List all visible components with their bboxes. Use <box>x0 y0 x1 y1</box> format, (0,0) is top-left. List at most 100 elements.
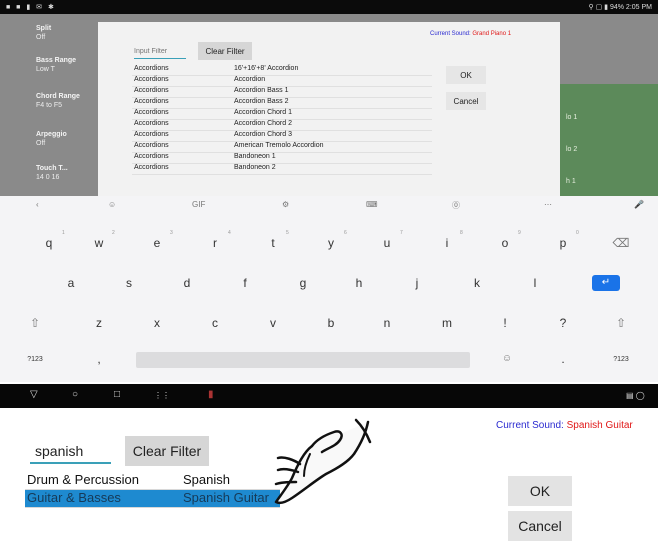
gif-icon[interactable]: GIF <box>192 200 205 209</box>
current-sound-value: Grand Piano 1 <box>472 31 512 37</box>
side-item-touch[interactable]: Touch T... 14 0 16 <box>36 164 96 182</box>
app-shortcut-icon[interactable]: ▮ <box>208 389 214 400</box>
more-icon[interactable]: ⋯ <box>544 200 552 209</box>
side-item-value: 14 0 16 <box>36 174 60 181</box>
key-g[interactable]: g <box>288 276 318 290</box>
green-panel-label: lo 2 <box>566 146 578 153</box>
list-item-category: Accordions <box>134 65 169 72</box>
enter-key[interactable]: ↵ <box>592 275 620 291</box>
shift-key-right[interactable]: ⇧ <box>606 316 636 330</box>
key-d[interactable]: d <box>172 276 202 290</box>
list-item-sound: Bandoneon 2 <box>234 164 276 171</box>
spacebar[interactable] <box>136 352 470 368</box>
side-item-chord-range[interactable]: Chord Range F4 to F5 <box>36 92 96 110</box>
key-question[interactable]: ? <box>548 316 578 330</box>
emoji-key[interactable]: ☺ <box>492 353 522 364</box>
list-item-selected[interactable]: Guitar & Basses Spanish Guitar <box>25 490 280 508</box>
list-item-sound: Accordion <box>234 76 266 83</box>
list-item-sound: Accordion Chord 2 <box>234 120 292 127</box>
key-i[interactable]: i <box>432 236 462 250</box>
side-item-label: Touch T... <box>36 165 68 172</box>
key-exclamation[interactable]: ! <box>490 316 520 330</box>
app-grid-icon[interactable]: ⋮⋮ <box>154 391 170 400</box>
keyboard-layout-icon[interactable]: ⌨ <box>366 200 378 209</box>
list-item-sound: American Tremolo Accordion <box>234 142 324 149</box>
list-item-sound: 16'+16'+8' Accordion <box>234 65 299 72</box>
green-panel-label: h 1 <box>566 178 576 185</box>
back-arrow-icon[interactable]: ‹ <box>36 200 39 209</box>
list-item[interactable]: Drum & Percussion Spanish Castane <box>25 472 280 502</box>
recents-icon[interactable]: □ <box>114 389 120 400</box>
key-x[interactable]: x <box>142 316 172 330</box>
key-v[interactable]: v <box>258 316 288 330</box>
key-j[interactable]: j <box>402 276 432 290</box>
microphone-icon[interactable]: 🎤 <box>634 200 644 209</box>
key-hint: 5 <box>286 230 289 236</box>
key-n[interactable]: n <box>372 316 402 330</box>
key-l[interactable]: l <box>520 276 550 290</box>
key-s[interactable]: s <box>114 276 144 290</box>
symbols-key-right[interactable]: ?123 <box>606 356 636 363</box>
key-w[interactable]: w <box>84 236 114 250</box>
key-c[interactable]: c <box>200 316 230 330</box>
filter-input-zoomed[interactable] <box>30 440 111 464</box>
key-k[interactable]: k <box>462 276 492 290</box>
ok-button[interactable]: OK <box>446 66 486 84</box>
key-z[interactable]: z <box>84 316 114 330</box>
key-h[interactable]: h <box>344 276 374 290</box>
current-sound-label: Current Sound: <box>496 420 564 431</box>
key-hint: 7 <box>400 230 403 236</box>
key-hint: 3 <box>170 230 173 236</box>
key-hint: 4 <box>228 230 231 236</box>
symbols-key-left[interactable]: ?123 <box>20 356 50 363</box>
key-m[interactable]: m <box>432 316 462 330</box>
list-item-sound: Accordion Bass 1 <box>234 87 289 94</box>
side-item-value: F4 to F5 <box>36 102 63 109</box>
key-q[interactable]: q <box>34 236 64 250</box>
key-o[interactable]: o <box>490 236 520 250</box>
key-b[interactable]: b <box>316 316 346 330</box>
list-item-category: Accordions <box>134 131 169 138</box>
settings-icon[interactable]: ⚙ <box>282 200 289 209</box>
list-item-sound: Accordion Chord 3 <box>234 131 292 138</box>
key-y[interactable]: y <box>316 236 346 250</box>
ok-button-zoomed[interactable]: OK <box>508 476 572 506</box>
cancel-button[interactable]: Cancel <box>446 92 486 110</box>
key-e[interactable]: e <box>142 236 172 250</box>
key-hint: 0 <box>576 230 579 236</box>
list-item-sound: Spanish Guitar <box>183 490 269 505</box>
key-hint: 2 <box>112 230 115 236</box>
list-item[interactable]: Accordions Bandoneon 2 <box>132 163 432 175</box>
backspace-key[interactable]: ⌫ <box>606 236 636 250</box>
shift-key-left[interactable]: ⇧ <box>20 316 50 330</box>
list-item-category: Guitar & Basses <box>27 490 121 505</box>
keyboard-switch-icon[interactable]: ▤ ◯ <box>626 391 645 400</box>
key-hint: 8 <box>460 230 463 236</box>
list-item-sound: Bandoneon 1 <box>234 153 276 160</box>
home-icon[interactable]: ○ <box>72 389 78 400</box>
current-sound-zoomed: Current Sound: Spanish Guitar <box>496 420 633 431</box>
side-item-arpeggio[interactable]: Arpeggio Off <box>36 130 96 148</box>
theme-icon[interactable]: ⓪ <box>452 200 460 211</box>
hide-keyboard-icon[interactable]: ▽ <box>30 389 38 400</box>
list-item-category: Accordions <box>134 142 169 149</box>
clear-filter-button-zoomed[interactable]: Clear Filter <box>125 436 209 466</box>
key-period[interactable]: . <box>548 352 578 366</box>
filter-input[interactable] <box>134 44 186 59</box>
key-f[interactable]: f <box>230 276 260 290</box>
key-a[interactable]: a <box>56 276 86 290</box>
key-comma[interactable]: , <box>84 352 114 366</box>
emoji-sticker-icon[interactable]: ☺ <box>108 200 116 209</box>
key-u[interactable]: u <box>372 236 402 250</box>
key-p[interactable]: p <box>548 236 578 250</box>
side-item-bass-range[interactable]: Bass Range Low T <box>36 56 96 74</box>
pointing-hand-icon <box>274 418 372 505</box>
side-item-split[interactable]: Split Off <box>36 24 96 42</box>
clear-filter-button[interactable]: Clear Filter <box>198 42 252 60</box>
key-hint: 6 <box>344 230 347 236</box>
cancel-button-zoomed[interactable]: Cancel <box>508 511 572 541</box>
key-hint: 9 <box>518 230 521 236</box>
key-t[interactable]: t <box>258 236 288 250</box>
key-r[interactable]: r <box>200 236 230 250</box>
side-item-label: Bass Range <box>36 57 77 64</box>
